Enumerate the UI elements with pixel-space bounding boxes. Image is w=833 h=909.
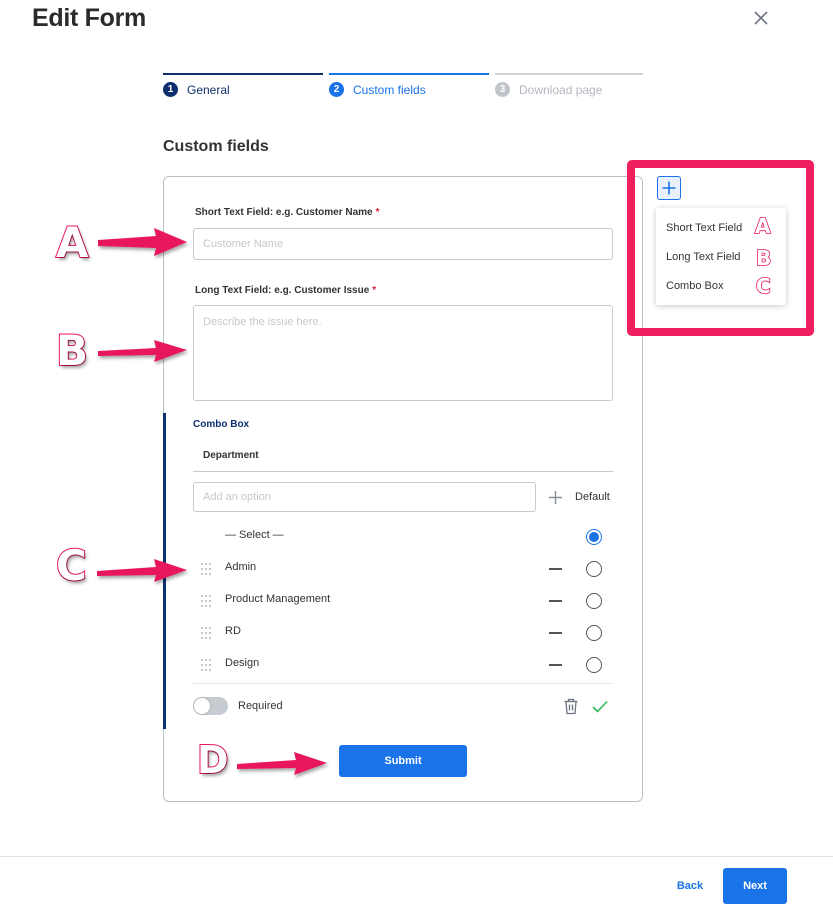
option-row-select: — Select — <box>193 522 613 550</box>
step-label: Custom fields <box>353 83 426 97</box>
option-label: — Select — <box>225 529 284 541</box>
default-column-label: Default <box>575 491 610 503</box>
menu-item-combo-box[interactable]: Combo Box <box>666 280 723 292</box>
remove-option-icon[interactable] <box>549 632 562 634</box>
required-label: Required <box>238 700 283 712</box>
option-row-design: Design <box>193 650 613 678</box>
remove-option-icon[interactable] <box>549 664 562 666</box>
section-title: Custom fields <box>163 138 269 155</box>
check-icon[interactable] <box>592 700 608 713</box>
drag-handle-icon[interactable] <box>200 626 212 640</box>
combo-box-title: Combo Box <box>193 419 250 430</box>
option-row-product-management: Product Management <box>193 586 613 614</box>
step-label: General <box>187 83 230 97</box>
back-button[interactable]: Back <box>668 870 712 902</box>
annotation-letter-b: B <box>55 326 89 375</box>
close-icon[interactable] <box>752 9 770 27</box>
short-text-input[interactable] <box>193 228 613 260</box>
annotation-letter-c: C <box>55 541 88 590</box>
option-label: Product Management <box>225 593 331 605</box>
footer-divider <box>0 856 833 857</box>
step-download-page[interactable]: 3 Download page <box>495 73 643 103</box>
long-field-label: Long Text Field: e.g. Customer Issue * <box>195 285 377 296</box>
submit-button[interactable]: Submit <box>339 745 467 777</box>
divider <box>193 683 613 684</box>
add-field-button[interactable] <box>657 176 681 200</box>
add-option-plus-icon[interactable] <box>548 490 563 505</box>
drag-handle-icon[interactable] <box>200 562 212 576</box>
default-radio[interactable] <box>586 625 602 641</box>
drag-handle-icon[interactable] <box>200 658 212 672</box>
annotation-letter-a: A <box>55 218 89 267</box>
menu-item-short-text-field[interactable]: Short Text Field <box>666 222 742 234</box>
required-asterisk: * <box>372 285 377 296</box>
option-label: RD <box>225 625 241 637</box>
required-toggle[interactable] <box>193 697 228 715</box>
combo-field-name[interactable]: Department <box>203 450 259 461</box>
default-radio[interactable] <box>586 561 602 577</box>
step-number: 1 <box>163 82 178 97</box>
combo-active-indicator <box>163 413 166 729</box>
step-label: Download page <box>519 83 603 97</box>
toggle-knob <box>194 698 210 714</box>
step-general[interactable]: 1 General <box>163 73 323 103</box>
menu-item-long-text-field[interactable]: Long Text Field <box>666 251 740 263</box>
option-label: Admin <box>225 561 257 573</box>
annotation-letter-b-small: B <box>755 246 772 270</box>
option-row-rd: RD <box>193 618 613 646</box>
option-label: Design <box>225 657 260 669</box>
default-radio[interactable] <box>586 529 602 545</box>
step-number: 3 <box>495 82 510 97</box>
annotation-letter-c-small: C <box>755 274 771 298</box>
add-option-input[interactable] <box>193 482 536 512</box>
short-field-label: Short Text Field: e.g. Customer Name * <box>195 207 380 218</box>
remove-option-icon[interactable] <box>549 568 562 570</box>
annotation-letter-d: D <box>196 738 230 782</box>
required-asterisk: * <box>375 207 380 218</box>
option-row-admin: Admin <box>193 554 613 582</box>
step-number: 2 <box>329 82 344 97</box>
long-text-input[interactable] <box>193 305 613 401</box>
annotation-letter-a-small: A <box>754 214 771 238</box>
divider <box>193 471 613 472</box>
default-radio[interactable] <box>586 593 602 609</box>
trash-icon[interactable] <box>563 698 579 715</box>
plus-icon <box>662 181 676 195</box>
step-custom-fields[interactable]: 2 Custom fields <box>329 73 489 103</box>
remove-option-icon[interactable] <box>549 600 562 602</box>
next-button[interactable]: Next <box>723 868 787 904</box>
drag-handle-icon[interactable] <box>200 594 212 608</box>
dialog-title: Edit Form <box>32 4 146 32</box>
default-radio[interactable] <box>586 657 602 673</box>
